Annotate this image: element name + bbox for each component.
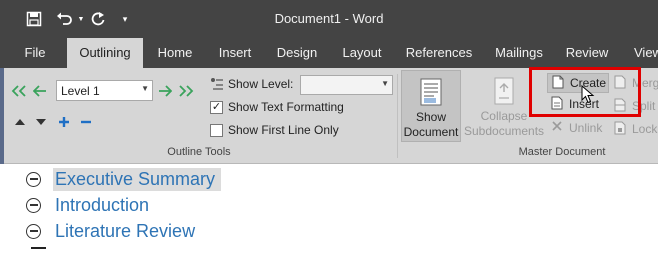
move-down-icon[interactable] <box>33 114 49 130</box>
merge-label: Merge <box>632 76 658 90</box>
outline-item[interactable]: Literature Review <box>26 220 201 243</box>
outline-item[interactable]: Executive Summary <box>26 168 222 191</box>
tab-outlining[interactable]: Outlining <box>67 38 143 68</box>
unlink-icon <box>551 120 565 136</box>
outline-heading[interactable]: Literature Review <box>53 220 201 243</box>
outline-level-select[interactable]: Level 1 ▼ <box>56 80 153 101</box>
chevron-down-icon: ▼ <box>381 79 389 88</box>
lock-label: Lock <box>632 122 658 136</box>
master-document-group-label: Master Document <box>518 146 606 158</box>
show-first-line-only-label: Show First Line Only <box>228 123 339 137</box>
lock-icon <box>614 121 628 137</box>
collapse-subdocuments-button[interactable]: Collapse Subdocuments <box>464 70 544 142</box>
tab-file[interactable]: File <box>12 38 58 68</box>
tab-layout[interactable]: Layout <box>335 38 389 68</box>
window-title: Document1 - Word <box>274 11 384 26</box>
outline-heading[interactable]: Introduction <box>53 194 155 217</box>
create-button[interactable]: Create <box>547 73 609 93</box>
show-level-control: Show Level: <box>210 77 293 91</box>
show-level-label: Show Level: <box>228 77 294 91</box>
outline-level-value: Level 1 <box>61 84 100 98</box>
show-first-line-only-option[interactable]: Show First Line Only <box>210 123 339 137</box>
tab-mailings[interactable]: Mailings <box>488 38 550 68</box>
tab-insert[interactable]: Insert <box>210 38 260 68</box>
collapse-label-line1: Collapse <box>480 109 528 123</box>
promote-icon[interactable] <box>32 83 48 99</box>
lock-button[interactable]: Lock <box>614 121 657 137</box>
tab-review[interactable]: Review <box>561 38 613 68</box>
demote-to-body-text-icon[interactable] <box>178 83 194 99</box>
group-separator <box>397 74 398 158</box>
create-icon <box>552 75 566 91</box>
show-text-formatting-option[interactable]: ✓ Show Text Formatting <box>210 100 344 114</box>
expand-icon[interactable] <box>56 114 72 130</box>
show-level-icon <box>211 78 223 90</box>
show-text-formatting-checkbox[interactable]: ✓ <box>210 100 223 114</box>
show-document-button[interactable]: Show Document <box>401 70 461 142</box>
collapse-icon[interactable] <box>78 114 94 130</box>
show-first-line-only-checkbox[interactable] <box>210 123 223 137</box>
outline-item[interactable]: Introduction <box>26 194 155 217</box>
merge-button[interactable]: Merge <box>614 75 658 91</box>
split-button[interactable]: Split <box>614 98 655 114</box>
unlink-button[interactable]: Unlink <box>551 120 602 136</box>
tab-view[interactable]: View <box>626 38 658 68</box>
outline-heading[interactable]: Executive Summary <box>53 168 222 191</box>
ribbon-tabs: File Outlining Home Insert Design Layout… <box>0 38 658 68</box>
chevron-down-icon: ▼ <box>141 84 149 93</box>
split-label: Split <box>632 99 656 113</box>
insert-icon <box>551 96 565 112</box>
tab-home[interactable]: Home <box>151 38 199 68</box>
body-text-marker-icon <box>31 247 46 249</box>
show-level-select[interactable]: ▼ <box>300 75 393 95</box>
show-document-label-line2: Document <box>403 125 459 139</box>
collapse-outline-icon[interactable] <box>26 172 41 187</box>
promote-to-heading1-icon[interactable] <box>11 83 27 99</box>
collapse-outline-icon[interactable] <box>26 198 41 213</box>
split-icon <box>614 98 628 114</box>
collapse-subdocuments-icon <box>494 77 514 105</box>
unlink-label: Unlink <box>569 121 603 135</box>
move-up-icon[interactable] <box>12 114 28 130</box>
title-bar: ▼ ▾ Document1 - Word <box>0 0 658 38</box>
tab-references[interactable]: References <box>403 38 475 68</box>
merge-icon <box>614 75 628 91</box>
ribbon-outlining: Level 1 ▼ Show Level: ▼ ✓ Show Text Form… <box>4 68 658 164</box>
collapse-outline-icon[interactable] <box>26 224 41 239</box>
demote-icon[interactable] <box>157 83 173 99</box>
show-document-icon <box>420 78 442 106</box>
outline-tools-group-label: Outline Tools <box>167 146 231 158</box>
show-text-formatting-label: Show Text Formatting <box>228 100 344 114</box>
mouse-cursor-icon <box>581 85 595 104</box>
tab-design[interactable]: Design <box>272 38 322 68</box>
collapse-label-line2: Subdocuments <box>464 124 545 138</box>
show-document-label-line1: Show <box>415 110 447 124</box>
